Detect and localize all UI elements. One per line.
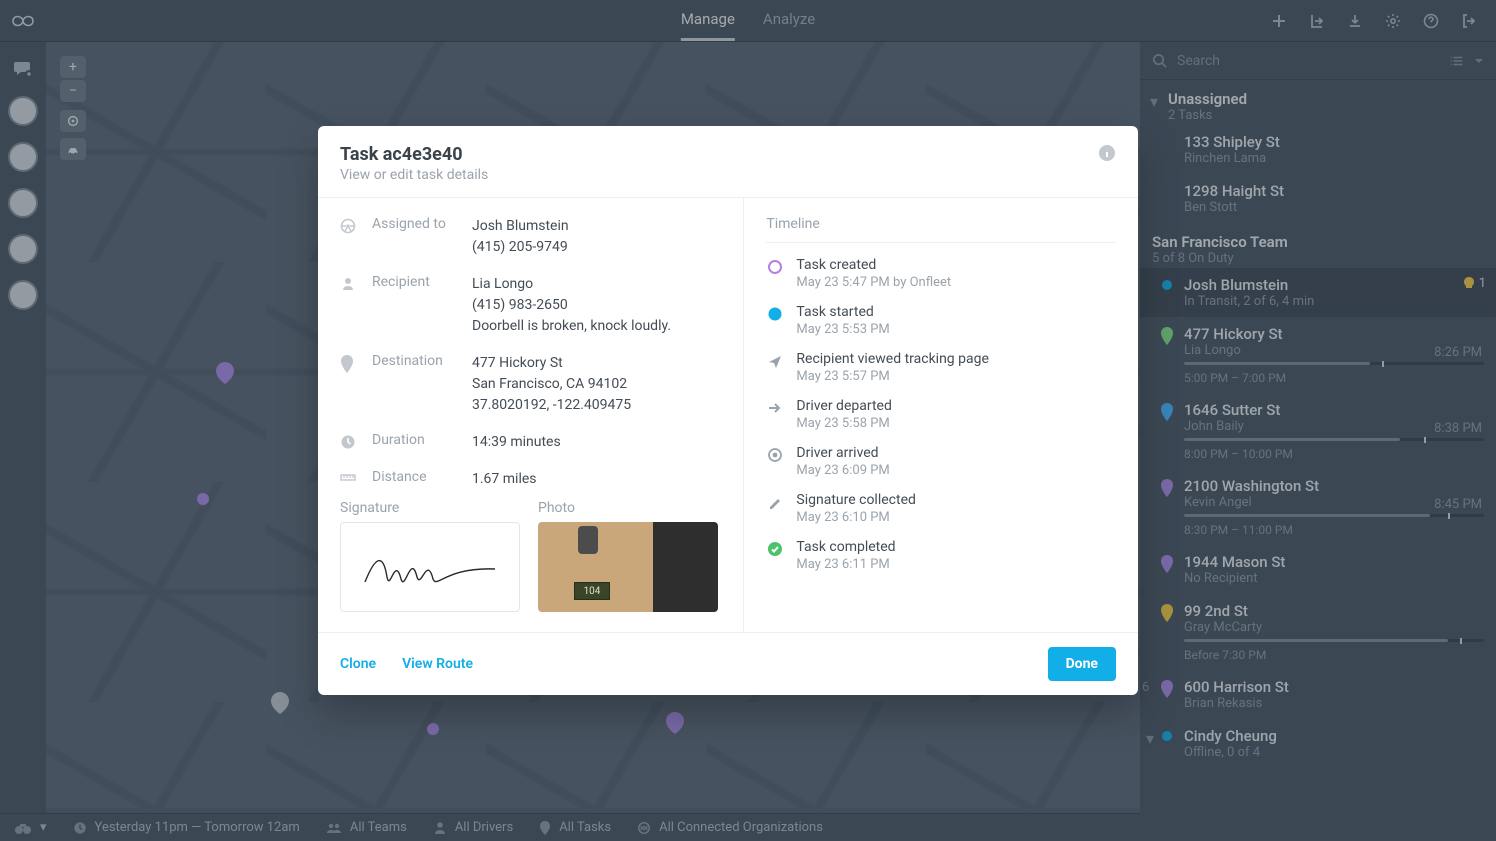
assigned-name: Josh Blumstein [472,216,721,237]
field-label: Destination [372,353,458,369]
info-icon[interactable] [1098,144,1116,162]
timeline-event-title: Task started [796,304,889,320]
recipient-phone: (415) 983-2650 [472,295,721,316]
modal-title: Task ac4e3e40 [340,144,488,165]
timeline-event-time: May 23 5:47 PM by Onfleet [796,275,951,290]
timeline-event-title: Driver departed [796,398,891,414]
timeline-event-time: May 23 6:10 PM [796,510,916,525]
field-value: Lia Longo (415) 983-2650 Doorbell is bro… [472,274,721,337]
ruler-icon [340,471,358,483]
timeline-icon [766,305,784,323]
field-label: Assigned to [372,216,458,232]
attachments: Signature Photo 104 [340,500,721,612]
timeline-event-time: May 23 6:11 PM [796,557,895,572]
wheel-icon [340,218,358,234]
person-icon [340,276,358,292]
view-route-button[interactable]: View Route [402,656,473,672]
distance-value: 1.67 miles [472,469,721,490]
timeline-item: Task started May 23 5:53 PM [766,304,1116,337]
field-label: Distance [372,469,458,485]
timeline-header: Timeline [766,216,1116,243]
timeline-icon [766,446,784,464]
modal-body: Assigned to Josh Blumstein (415) 205-974… [318,197,1138,632]
modal-footer: Clone View Route Done [318,632,1138,695]
timeline-event-time: May 23 5:57 PM [796,369,989,384]
timeline-item: Driver departed May 23 5:58 PM [766,398,1116,431]
timeline-event-time: May 23 5:58 PM [796,416,891,431]
recipient-name: Lia Longo [472,274,721,295]
dest-line2: San Francisco, CA 94102 [472,374,721,395]
duration-value: 14:39 minutes [472,432,721,453]
dest-line1: 477 Hickory St [472,353,721,374]
field-label: Duration [372,432,458,448]
timeline-icon [766,258,784,276]
field-value: Josh Blumstein (415) 205-9749 [472,216,721,258]
recipient-note: Doorbell is broken, knock loudly. [472,316,721,337]
timeline-icon [766,540,784,558]
timeline-icon [766,352,784,370]
task-modal: Task ac4e3e40 View or edit task details … [318,126,1138,695]
timeline-event-time: May 23 5:53 PM [796,322,889,337]
signature-image [340,522,520,612]
timeline-icon [766,493,784,511]
clone-button[interactable]: Clone [340,656,376,672]
photo-plate-number: 104 [574,582,610,600]
timeline-event-title: Recipient viewed tracking page [796,351,989,367]
field-label: Recipient [372,274,458,290]
timeline-item: Task completed May 23 6:11 PM [766,539,1116,572]
modal-details: Assigned to Josh Blumstein (415) 205-974… [318,198,744,632]
modal-timeline: Timeline Task created May 23 5:47 PM by … [744,198,1138,632]
timeline-item: Recipient viewed tracking page May 23 5:… [766,351,1116,384]
signature-label: Signature [340,500,520,516]
timeline-icon [766,399,784,417]
photo-image: 104 [538,522,718,612]
signature-attachment[interactable]: Signature [340,500,520,612]
timeline-event-title: Driver arrived [796,445,889,461]
timeline-item: Signature collected May 23 6:10 PM [766,492,1116,525]
timeline-event-time: May 23 6:09 PM [796,463,889,478]
photo-label: Photo [538,500,718,516]
timeline-event-title: Signature collected [796,492,916,508]
timeline-event-title: Task completed [796,539,895,555]
dest-coords: 37.8020192, -122.409475 [472,395,721,416]
timeline-item: Task created May 23 5:47 PM by Onfleet [766,257,1116,290]
timeline-event-title: Task created [796,257,951,273]
timeline-item: Driver arrived May 23 6:09 PM [766,445,1116,478]
field-value: 477 Hickory St San Francisco, CA 94102 3… [472,353,721,416]
done-button[interactable]: Done [1048,647,1116,681]
assigned-phone: (415) 205-9749 [472,237,721,258]
pin-icon [340,355,358,373]
modal-header: Task ac4e3e40 View or edit task details [318,126,1138,197]
modal-subtitle: View or edit task details [340,167,488,183]
photo-attachment[interactable]: Photo 104 [538,500,718,612]
clock-icon [340,434,358,450]
